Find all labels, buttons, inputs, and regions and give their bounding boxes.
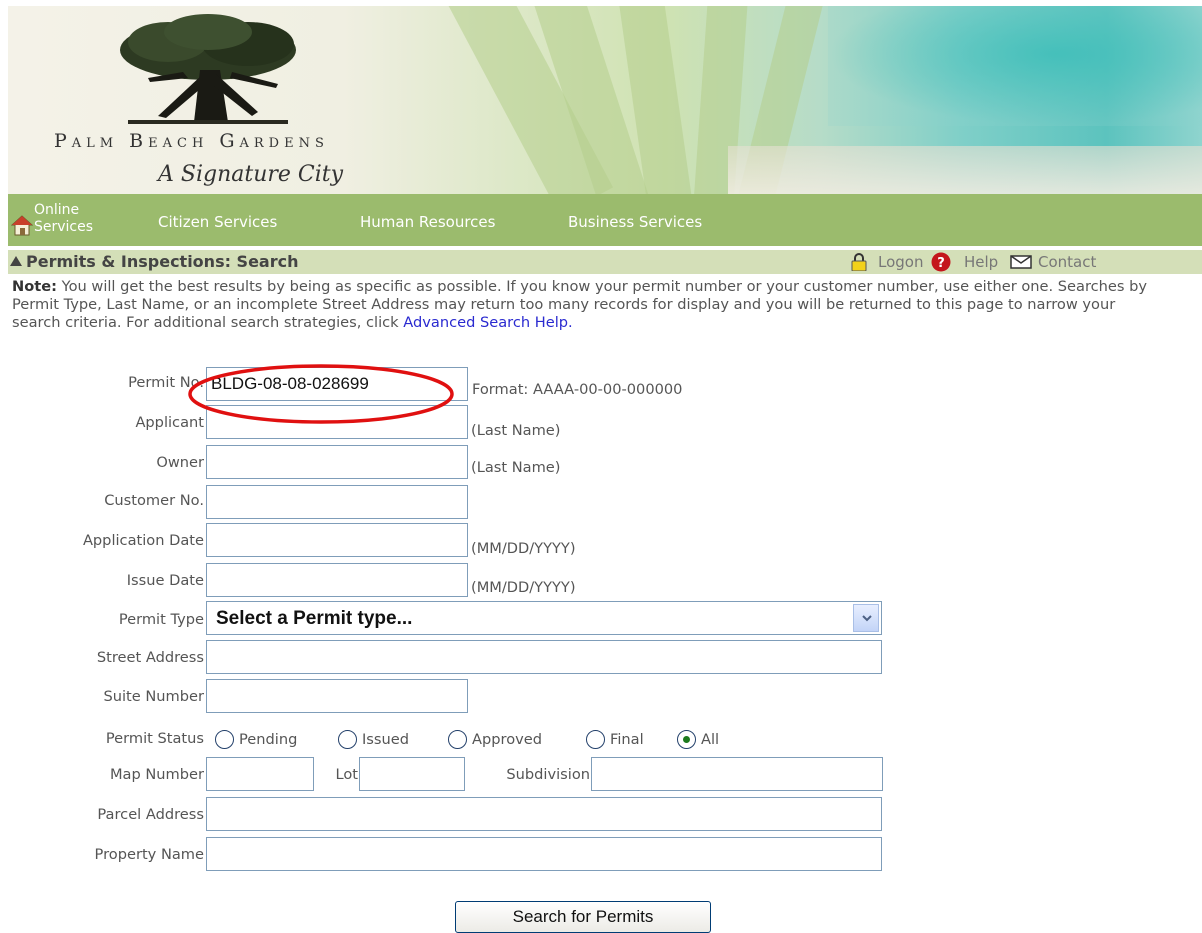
main-nav: Online Services Citizen Services Human R… (8, 194, 1202, 246)
mail-icon (1010, 255, 1032, 269)
advanced-search-help-link[interactable]: Advanced Search Help. (403, 314, 572, 331)
brand-tagline: A Signature City (158, 162, 344, 187)
note-text: You will get the best results by being a… (12, 278, 1148, 331)
owner-hint: (Last Name) (471, 459, 561, 476)
help-link[interactable]: Help (964, 253, 998, 271)
status-issued-label: Issued (362, 731, 410, 748)
customer-no-input[interactable] (206, 485, 468, 519)
permit-no-input[interactable] (206, 367, 468, 401)
collapse-arrow-icon[interactable] (10, 256, 22, 266)
lock-icon (851, 253, 867, 271)
suite-number-label: Suite Number (103, 688, 204, 705)
svg-text:?: ? (937, 256, 945, 271)
help-icon[interactable]: ? (931, 252, 951, 272)
issue-date-label: Issue Date (126, 572, 204, 589)
status-approved-radio[interactable] (448, 730, 467, 749)
nav-human-resources[interactable]: Human Resources (360, 213, 495, 231)
subdivision-label: Subdivision (506, 766, 590, 783)
status-approved-label: Approved (472, 731, 542, 748)
status-issued-radio[interactable] (338, 730, 357, 749)
permit-no-label: Permit No. (128, 374, 204, 391)
map-number-label: Map Number (109, 766, 204, 783)
parcel-address-input[interactable] (206, 797, 882, 831)
page-title: Permits & Inspections: Search (26, 252, 299, 271)
status-pending-radio[interactable] (215, 730, 234, 749)
property-name-input[interactable] (206, 837, 882, 871)
applicant-input[interactable] (206, 405, 468, 439)
status-all-radio[interactable] (677, 730, 696, 749)
search-note: Note: You will get the best results by b… (12, 278, 1162, 332)
street-address-label: Street Address (96, 649, 204, 666)
application-date-input[interactable] (206, 523, 468, 557)
nav-business-services[interactable]: Business Services (568, 213, 702, 231)
customer-no-label: Customer No. (104, 492, 204, 509)
status-all-label: All (701, 731, 720, 748)
applicant-label: Applicant (135, 414, 204, 431)
applicant-hint: (Last Name) (471, 422, 561, 439)
status-final-radio[interactable] (586, 730, 605, 749)
brand-name: Palm Beach Gardens (54, 130, 329, 152)
nav-online-services[interactable]: Online Services (34, 202, 93, 236)
oak-tree-logo (120, 14, 296, 124)
owner-input[interactable] (206, 445, 468, 479)
issue-date-input[interactable] (206, 563, 468, 597)
dropdown-arrow-icon[interactable] (853, 604, 879, 632)
status-pending-label: Pending (239, 731, 298, 748)
parcel-address-label: Parcel Address (97, 806, 204, 823)
permit-type-select[interactable]: Select a Permit type... (206, 601, 882, 635)
property-name-label: Property Name (94, 846, 204, 863)
site-banner: Palm Beach Gardens A Signature City (8, 6, 1202, 194)
lot-label: Lot (335, 766, 358, 783)
search-for-permits-button[interactable]: Search for Permits (455, 901, 711, 933)
map-number-input[interactable] (206, 757, 314, 791)
subdivision-input[interactable] (591, 757, 883, 791)
permit-type-selected-value: Select a Permit type... (216, 608, 413, 629)
permit-no-format-hint: Format: AAAA-00-00-000000 (472, 381, 683, 398)
home-icon[interactable] (11, 214, 33, 236)
note-label: Note: (12, 278, 57, 295)
suite-number-input[interactable] (206, 679, 468, 713)
issue-date-hint: (MM/DD/YYYY) (471, 579, 576, 596)
application-date-label: Application Date (82, 532, 204, 549)
lot-input[interactable] (359, 757, 465, 791)
owner-label: Owner (156, 454, 204, 471)
page-titlebar: Permits & Inspections: Search Logon ? He… (8, 250, 1202, 274)
logon-link[interactable]: Logon (878, 253, 923, 271)
contact-link[interactable]: Contact (1038, 253, 1096, 271)
permit-type-label: Permit Type (118, 611, 204, 628)
nav-citizen-services[interactable]: Citizen Services (158, 213, 277, 231)
status-final-label: Final (610, 731, 644, 748)
permit-status-label: Permit Status (105, 730, 204, 747)
street-address-input[interactable] (206, 640, 882, 674)
application-date-hint: (MM/DD/YYYY) (471, 540, 576, 557)
